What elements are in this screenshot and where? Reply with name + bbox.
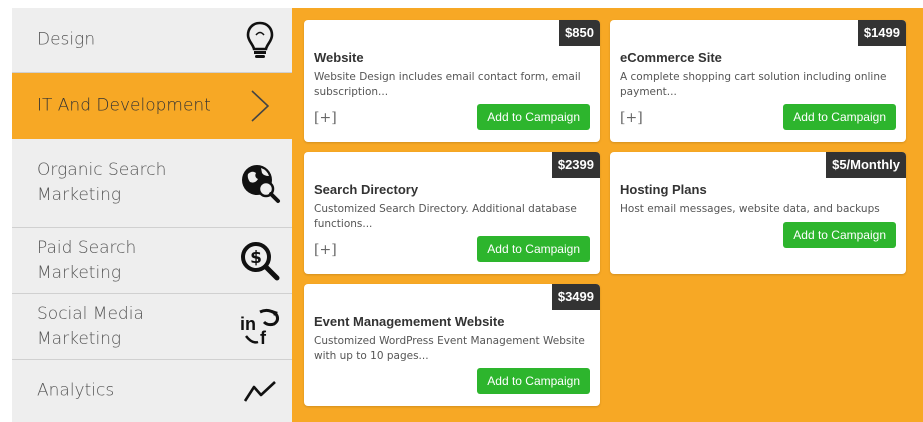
card-title: Website — [314, 50, 364, 65]
category-sidebar: Design IT And Development Organic Search… — [12, 8, 292, 422]
add-to-campaign-button[interactable]: Add to Campaign — [477, 368, 590, 394]
line-chart-icon — [238, 369, 282, 413]
svg-text:$: $ — [250, 248, 262, 268]
price-badge: $3499 — [551, 284, 600, 310]
price-badge: $5/Monthly — [826, 152, 906, 178]
card-description: Customized Search Directory. Additional … — [314, 203, 577, 230]
card-title: eCommerce Site — [620, 50, 722, 65]
expand-details-link[interactable]: [+] — [620, 110, 643, 126]
sidebar-item-label: Design — [37, 29, 96, 50]
social-media-icon: in f — [238, 305, 282, 349]
add-to-campaign-button[interactable]: Add to Campaign — [783, 222, 896, 248]
card-description: Host email messages, website data, and b… — [620, 203, 880, 215]
sidebar-item-label: IT And Development — [37, 95, 211, 115]
sidebar-item-analytics[interactable]: Analytics — [12, 360, 292, 422]
globe-search-icon — [238, 161, 282, 205]
service-card-ecommerce: $1499 eCommerce Site A complete shopping… — [610, 20, 906, 142]
sidebar-item-label: Social Media Marketing — [37, 303, 144, 349]
card-description: Customized WordPress Event Management We… — [314, 335, 585, 362]
sidebar-item-paid-search[interactable]: Paid Search Marketing $ — [12, 228, 292, 294]
expand-details-link[interactable]: [+] — [314, 242, 337, 258]
lightbulb-icon — [238, 18, 282, 62]
sidebar-item-label: Analytics — [37, 380, 115, 401]
add-to-campaign-button[interactable]: Add to Campaign — [477, 236, 590, 262]
price-badge: $850 — [559, 20, 600, 46]
price-badge: $1499 — [857, 20, 906, 46]
expand-details-link[interactable]: [+] — [314, 110, 337, 126]
sidebar-item-label: Organic Search Marketing — [37, 160, 167, 205]
card-title: Event Managemement Website — [314, 314, 505, 329]
sidebar-item-organic-search[interactable]: Organic Search Marketing — [12, 139, 292, 228]
chevron-right-icon — [238, 84, 282, 128]
svg-text:in: in — [240, 314, 256, 334]
service-card-website: $850 Website Website Design includes ema… — [304, 20, 600, 142]
dollar-search-icon: $ — [238, 239, 282, 283]
add-to-campaign-button[interactable]: Add to Campaign — [783, 104, 896, 130]
card-description: Website Design includes email contact fo… — [314, 71, 581, 98]
service-card-search-directory: $2399 Search Directory Customized Search… — [304, 152, 600, 274]
services-panel: $850 Website Website Design includes ema… — [292, 8, 923, 422]
add-to-campaign-button[interactable]: Add to Campaign — [477, 104, 590, 130]
price-badge: $2399 — [551, 152, 600, 178]
card-title: Search Directory — [314, 182, 419, 197]
sidebar-item-it-development[interactable]: IT And Development — [12, 73, 292, 139]
sidebar-item-social-media[interactable]: Social Media Marketing in f — [12, 294, 292, 360]
sidebar-item-design[interactable]: Design — [12, 8, 292, 73]
svg-text:f: f — [260, 328, 267, 348]
card-title: Hosting Plans — [620, 182, 707, 197]
service-card-hosting: $5/Monthly Hosting Plans Host email mess… — [610, 152, 906, 274]
sidebar-item-label: Paid Search Marketing — [37, 237, 137, 283]
card-description: A complete shopping cart solution includ… — [620, 71, 887, 98]
service-card-event-website: $3499 Event Managemement Website Customi… — [304, 284, 600, 406]
